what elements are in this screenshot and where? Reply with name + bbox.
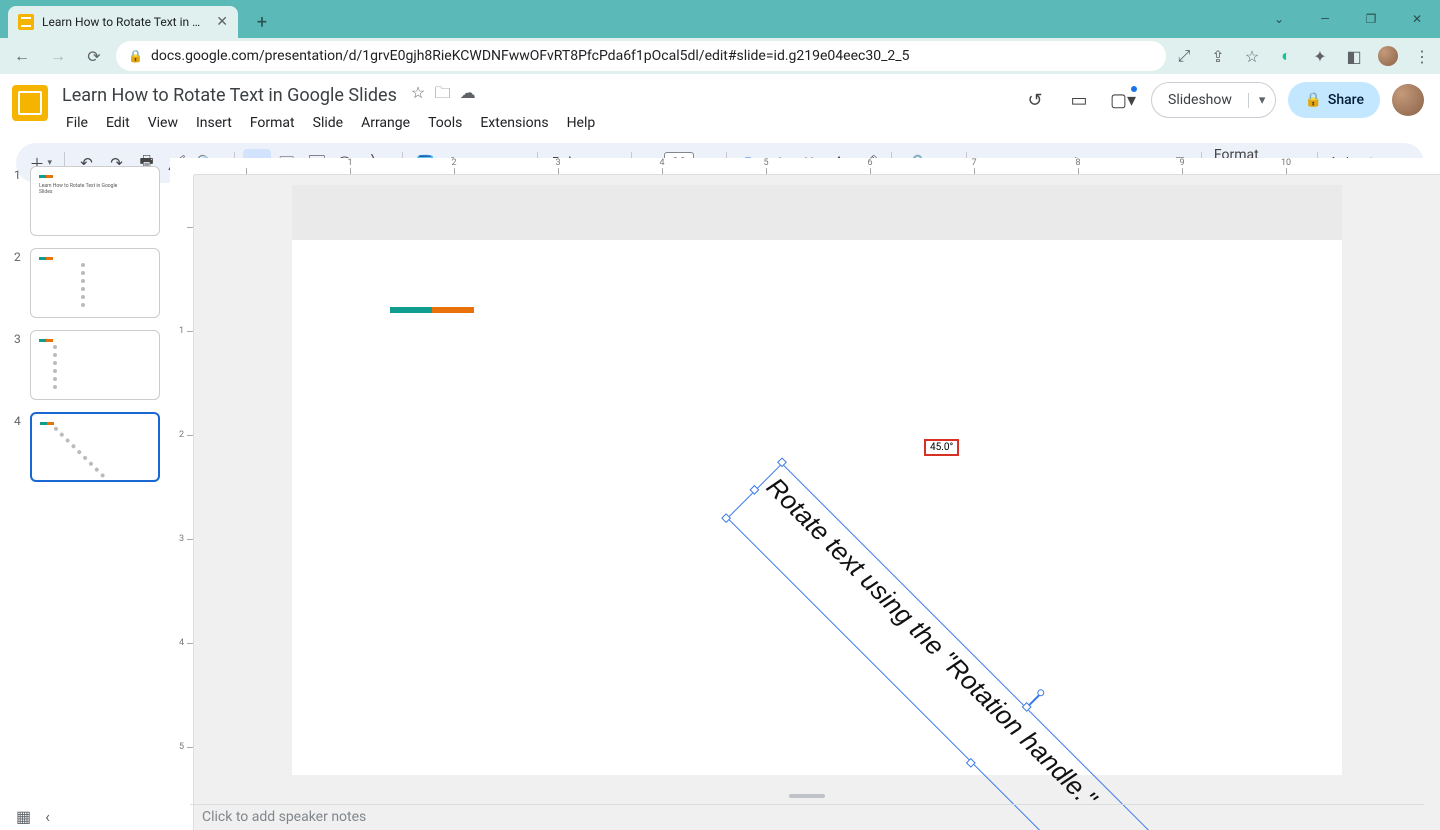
- cloud-saved-icon: ☁: [460, 83, 476, 102]
- slides-header: Learn How to Rotate Text in Google Slide…: [0, 74, 1440, 135]
- menu-tools[interactable]: Tools: [420, 111, 470, 135]
- slide-thumbnail-1[interactable]: Learn How to Rotate Text in Google Slide…: [30, 166, 160, 236]
- window-close-icon[interactable]: ✕: [1394, 0, 1440, 38]
- menu-file[interactable]: File: [58, 111, 96, 135]
- filmstrip[interactable]: 1 Learn How to Rotate Text in Google Sli…: [0, 158, 170, 830]
- profile-avatar[interactable]: [1378, 46, 1398, 66]
- document-name[interactable]: Learn How to Rotate Text in Google Slide…: [58, 83, 401, 108]
- textbox-text[interactable]: Rotate text using the "Rotation handle.": [735, 471, 1263, 830]
- history-icon[interactable]: ↺: [1019, 84, 1051, 116]
- thumb-number: 1: [14, 166, 24, 236]
- lock-share-icon: 🔒: [1304, 92, 1321, 108]
- menu-help[interactable]: Help: [559, 111, 604, 135]
- account-avatar[interactable]: [1392, 84, 1424, 116]
- menu-edit[interactable]: Edit: [98, 111, 138, 135]
- browser-tab[interactable]: Learn How to Rotate Text in Goo ✕: [8, 6, 238, 38]
- thumb-number: 2: [14, 248, 24, 318]
- collapse-filmstrip-icon[interactable]: ‹: [45, 807, 50, 826]
- slide-stage[interactable]: Rotate text using the "Rotation handle."…: [194, 175, 1440, 830]
- browser-address-bar: ← → ⟳ 🔒 docs.google.com/presentation/d/1…: [0, 38, 1440, 74]
- back-button[interactable]: ←: [8, 42, 36, 70]
- thumb-number: 4: [14, 412, 24, 482]
- chrome-menu-icon[interactable]: ⋮: [1412, 46, 1432, 66]
- new-tab-button[interactable]: +: [248, 8, 276, 36]
- slide-canvas[interactable]: Rotate text using the "Rotation handle."…: [292, 185, 1342, 775]
- slides-logo[interactable]: [12, 85, 48, 121]
- slide-thumbnail-3[interactable]: [30, 330, 160, 400]
- browser-titlebar: Learn How to Rotate Text in Goo ✕ + ⌄ ― …: [0, 0, 1440, 38]
- canvas-area: 12345678910 12345 Rotate text using the …: [170, 158, 1440, 830]
- window-chevron-icon[interactable]: ⌄: [1256, 0, 1302, 38]
- zoom-icon[interactable]: ⤢: [1174, 46, 1194, 66]
- share-button[interactable]: 🔒 Share: [1288, 82, 1380, 118]
- extensions-icon[interactable]: ✦: [1310, 46, 1330, 66]
- menu-bar: File Edit View Insert Format Slide Arran…: [58, 111, 603, 135]
- ruler-vertical: 12345: [170, 175, 194, 830]
- slide-header-band: [292, 185, 1342, 240]
- selected-textbox[interactable]: Rotate text using the "Rotation handle.": [727, 463, 1271, 830]
- star-icon[interactable]: ☆: [411, 83, 425, 102]
- slides-favicon: [18, 14, 34, 30]
- move-folder-icon[interactable]: 🗀: [434, 83, 450, 102]
- window-maximize-icon[interactable]: ❐: [1348, 0, 1394, 38]
- window-minimize-icon[interactable]: ―: [1302, 0, 1348, 38]
- workspace: 1 Learn How to Rotate Text in Google Sli…: [0, 158, 1440, 830]
- slide-thumbnail-2[interactable]: [30, 248, 160, 318]
- url-text: docs.google.com/presentation/d/1grvE0gjh…: [151, 48, 910, 64]
- bottom-left-controls: ▦ ‹: [16, 807, 50, 826]
- share-label: Share: [1328, 92, 1364, 108]
- reload-button[interactable]: ⟳: [80, 42, 108, 70]
- slide-thumbnail-4[interactable]: [30, 412, 160, 482]
- grid-view-icon[interactable]: ▦: [16, 807, 31, 826]
- thumb-number: 3: [14, 330, 24, 400]
- menu-slide[interactable]: Slide: [305, 111, 351, 135]
- menu-extensions[interactable]: Extensions: [472, 111, 556, 135]
- tab-title: Learn How to Rotate Text in Goo: [42, 15, 208, 29]
- accent-bar: [390, 307, 474, 313]
- rotation-angle-indicator: 45.0°: [924, 439, 959, 456]
- menu-view[interactable]: View: [140, 111, 186, 135]
- window-controls: ⌄ ― ❐ ✕: [1256, 0, 1440, 38]
- slideshow-dropdown-icon[interactable]: ▾: [1248, 93, 1276, 108]
- close-tab-icon[interactable]: ✕: [216, 14, 228, 30]
- menu-arrange[interactable]: Arrange: [353, 111, 418, 135]
- bookmark-icon[interactable]: ☆: [1242, 46, 1262, 66]
- lock-icon: 🔒: [128, 49, 143, 63]
- speaker-notes-resizer[interactable]: [190, 794, 1424, 804]
- meet-icon[interactable]: ▢▾: [1107, 84, 1139, 116]
- ruler-horizontal: 12345678910: [194, 158, 1440, 175]
- speaker-notes[interactable]: Click to add speaker notes: [190, 804, 1424, 830]
- menu-insert[interactable]: Insert: [188, 111, 240, 135]
- comments-icon[interactable]: ▭: [1063, 84, 1095, 116]
- slideshow-button[interactable]: Slideshow ▾: [1151, 82, 1276, 118]
- sidepanel-icon[interactable]: ◧: [1344, 46, 1364, 66]
- menu-format[interactable]: Format: [242, 111, 303, 135]
- url-field[interactable]: 🔒 docs.google.com/presentation/d/1grvE0g…: [116, 41, 1166, 71]
- extension-grammarly-icon[interactable]: ◐: [1276, 46, 1296, 66]
- share-page-icon[interactable]: ⇪: [1208, 46, 1228, 66]
- slideshow-label: Slideshow: [1152, 92, 1248, 108]
- forward-button[interactable]: →: [44, 42, 72, 70]
